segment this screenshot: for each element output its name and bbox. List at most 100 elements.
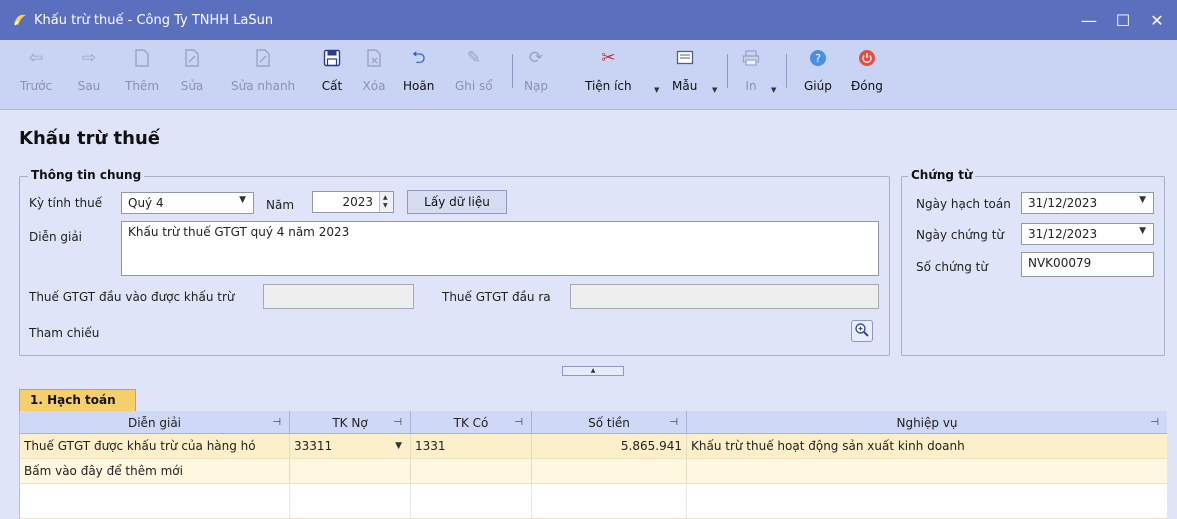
- add-new-text[interactable]: Bấm vào đây để thêm mới: [20, 459, 290, 483]
- utilities-dropdown-icon[interactable]: ▼: [654, 86, 659, 94]
- cell-debit[interactable]: 33311 ▼: [290, 434, 411, 458]
- description-field[interactable]: Khấu trừ thuế GTGT quý 4 năm 2023: [121, 221, 879, 276]
- spinner-icon[interactable]: ▲ ▼: [379, 192, 393, 212]
- cell-amount[interactable]: 5.865.941: [532, 434, 687, 458]
- posting-date-picker[interactable]: 31/12/2023 ▼: [1021, 192, 1154, 214]
- pin-icon[interactable]: ⊣: [514, 417, 523, 428]
- undo-button[interactable]: ⮌ Hoãn: [403, 46, 434, 102]
- minimize-icon[interactable]: —: [1075, 6, 1103, 34]
- floppy-disk-icon: [320, 46, 344, 70]
- maximize-icon[interactable]: ☐: [1109, 6, 1137, 34]
- general-info-legend: Thông tin chung: [28, 168, 145, 182]
- new-document-icon: [130, 46, 154, 70]
- quick-edit-button[interactable]: Sửa nhanh: [231, 46, 295, 102]
- title-bar: Khấu trừ thuế - Công Ty TNHH LaSun — ☐ ✕: [0, 0, 1177, 40]
- toolbar-separator: [727, 54, 728, 88]
- cell-description[interactable]: Thuế GTGT được khấu trừ của hàng hó: [20, 434, 290, 458]
- cell-credit[interactable]: 1331: [411, 434, 532, 458]
- refresh-icon: ⟳: [528, 47, 544, 68]
- edit-button[interactable]: Sửa: [180, 46, 204, 102]
- table-row[interactable]: Thuế GTGT được khấu trừ của hàng hó 3331…: [20, 434, 1167, 459]
- voucher-legend: Chứng từ: [908, 168, 976, 182]
- voucher-date-label: Ngày chứng từ: [916, 228, 1005, 242]
- column-header-credit[interactable]: TK Có ⊣: [411, 411, 532, 434]
- pin-icon[interactable]: ⊣: [669, 417, 678, 428]
- chevron-down-icon[interactable]: ▼: [395, 441, 402, 451]
- pencil-icon: ✎: [466, 47, 481, 68]
- help-icon: ?: [806, 46, 830, 70]
- reload-button[interactable]: ⟳ Nạp: [524, 46, 548, 102]
- cell-operation[interactable]: Khấu trừ thuế hoạt động sản xuất kinh do…: [687, 434, 1167, 458]
- collapse-panel-button[interactable]: ▲: [562, 366, 624, 376]
- period-select[interactable]: Quý 4 ▼: [121, 192, 254, 214]
- description-label: Diễn giải: [29, 230, 83, 244]
- output-vat-field[interactable]: [570, 284, 879, 309]
- reference-label: Tham chiếu: [29, 326, 100, 340]
- template-dropdown-icon[interactable]: ▼: [712, 86, 717, 94]
- reference-search-button[interactable]: [851, 320, 873, 342]
- save-button[interactable]: Cất: [320, 46, 344, 102]
- back-button[interactable]: ⇦ Trước: [20, 46, 52, 102]
- post-button[interactable]: ✎ Ghi sổ: [455, 46, 493, 102]
- quick-edit-icon: [251, 46, 275, 70]
- empty-cell: [532, 484, 687, 518]
- forward-button[interactable]: ⇨ Sau: [77, 46, 101, 102]
- zoom-in-icon: [854, 322, 870, 341]
- pin-icon[interactable]: ⊣: [272, 417, 281, 428]
- empty-cell: [411, 484, 532, 518]
- delete-document-icon: [362, 46, 386, 70]
- chevron-down-icon: ▼: [239, 195, 246, 205]
- delete-button[interactable]: Xóa: [362, 46, 386, 102]
- empty-row: [20, 484, 1167, 519]
- chevron-up-icon: ▲: [590, 367, 596, 374]
- column-header-description[interactable]: Diễn giải ⊣: [20, 411, 290, 434]
- close-button[interactable]: Đóng: [851, 46, 883, 102]
- column-header-debit[interactable]: TK Nợ ⊣: [290, 411, 411, 434]
- accounting-grid: Diễn giải ⊣ TK Nợ ⊣ TK Có ⊣ Số tiền ⊣ Ng…: [19, 411, 1167, 519]
- year-label: Năm: [266, 198, 295, 212]
- year-stepper[interactable]: 2023 ▲ ▼: [312, 191, 394, 213]
- app-icon: [12, 12, 28, 28]
- help-button[interactable]: ? Giúp: [804, 46, 832, 102]
- toolbar-separator: [786, 54, 787, 88]
- empty-cell: [687, 484, 1167, 518]
- pin-icon[interactable]: ⊣: [1150, 417, 1159, 428]
- window-title: Khấu trừ thuế - Công Ty TNHH LaSun: [34, 12, 274, 28]
- main-window: Khấu trừ thuế - Công Ty TNHH LaSun — ☐ ✕…: [0, 0, 1177, 519]
- template-button[interactable]: Mẫu: [672, 46, 697, 102]
- tab-accounting[interactable]: 1. Hạch toán: [19, 389, 136, 411]
- voucher-no-field[interactable]: NVK00079: [1021, 252, 1154, 277]
- pin-icon[interactable]: ⊣: [393, 417, 402, 428]
- empty-cell: [290, 459, 411, 483]
- chevron-down-icon: ▼: [1139, 226, 1146, 236]
- column-header-operation[interactable]: Nghiệp vụ ⊣: [687, 411, 1167, 434]
- edit-document-icon: [180, 46, 204, 70]
- empty-cell: [290, 484, 411, 518]
- posting-date-label: Ngày hạch toán: [916, 197, 1011, 211]
- add-button[interactable]: Thêm: [125, 46, 159, 102]
- chevron-down-icon: ▼: [1139, 195, 1146, 205]
- print-button[interactable]: In: [739, 46, 763, 102]
- voucher-date-picker[interactable]: 31/12/2023 ▼: [1021, 223, 1154, 245]
- add-new-row[interactable]: Bấm vào đây để thêm mới: [20, 459, 1167, 484]
- template-icon: [673, 46, 697, 70]
- output-vat-label: Thuế GTGT đầu ra: [442, 290, 551, 304]
- undo-icon: ⮌: [411, 47, 426, 68]
- utilities-button[interactable]: ✂ Tiện ích: [585, 46, 632, 102]
- print-dropdown-icon[interactable]: ▼: [771, 86, 776, 94]
- power-icon: [855, 46, 879, 70]
- column-header-amount[interactable]: Số tiền ⊣: [532, 411, 687, 434]
- input-vat-field[interactable]: [263, 284, 414, 309]
- svg-text:?: ?: [815, 52, 821, 65]
- empty-cell: [532, 459, 687, 483]
- toolbar-separator: [512, 54, 513, 88]
- input-vat-label: Thuế GTGT đầu vào được khấu trừ: [29, 290, 235, 304]
- empty-cell: [687, 459, 1167, 483]
- fetch-data-button[interactable]: Lấy dữ liệu: [407, 190, 507, 214]
- toolbar: ⇦ Trước ⇨ Sau Thêm Sửa Sửa nhanh Cất Xóa…: [0, 40, 1177, 110]
- empty-cell: [20, 484, 290, 518]
- close-window-icon[interactable]: ✕: [1143, 6, 1171, 34]
- arrow-right-icon: ⇨: [81, 47, 97, 68]
- tools-icon: ✂: [601, 47, 616, 68]
- empty-cell: [411, 459, 532, 483]
